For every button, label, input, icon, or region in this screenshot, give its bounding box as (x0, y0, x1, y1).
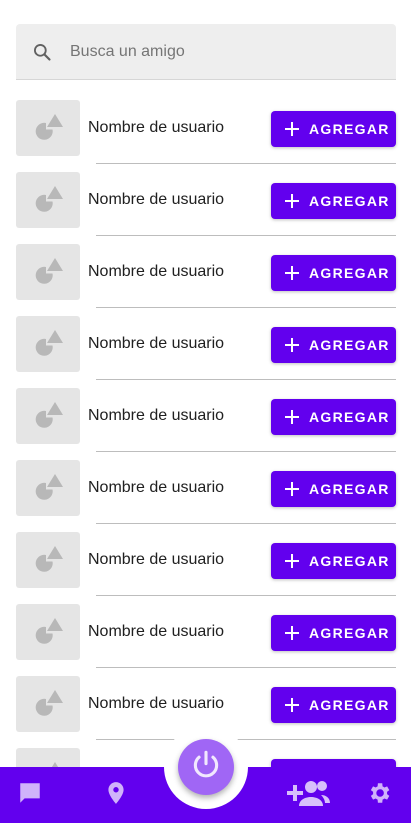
add-friend-button[interactable]: AGREGAR (271, 111, 396, 147)
image-placeholder-icon (32, 616, 64, 649)
divider (96, 523, 396, 524)
add-friend-label: AGREGAR (309, 625, 390, 641)
avatar (16, 316, 80, 372)
username: Nombre de usuario (88, 191, 225, 208)
add-friend-button[interactable]: AGREGAR (271, 543, 396, 579)
add-friend-label: AGREGAR (309, 193, 390, 209)
avatar (16, 676, 80, 732)
divider (96, 235, 396, 236)
avatar (16, 244, 80, 300)
add-friend-label: AGREGAR (309, 265, 390, 281)
divider (96, 739, 396, 740)
list-item: Nombre de usuario AGREGAR (0, 316, 411, 388)
avatar (16, 460, 80, 516)
username: Nombre de usuario (88, 335, 225, 352)
nav-chat[interactable] (6, 767, 54, 823)
avatar (16, 388, 80, 444)
divider (96, 307, 396, 308)
divider (96, 667, 396, 668)
username: Nombre de usuario (88, 479, 225, 496)
plus-icon (283, 192, 301, 210)
settings-gear-icon (366, 780, 392, 811)
list-item: Nombre de usuario AGREGAR (0, 172, 411, 244)
add-friend-button[interactable]: AGREGAR (271, 399, 396, 435)
divider (96, 595, 396, 596)
add-friend-button[interactable]: AGREGAR (271, 471, 396, 507)
plus-icon (283, 408, 301, 426)
add-friend-label: AGREGAR (309, 409, 390, 425)
plus-icon (283, 552, 301, 570)
list-item: Nombre de usuario AGREGAR (0, 100, 411, 172)
image-placeholder-icon (32, 184, 64, 217)
add-friend-button[interactable]: AGREGAR (271, 687, 396, 723)
list-item: Nombre de usuario AGREGAR (0, 460, 411, 532)
image-placeholder-icon (32, 112, 64, 145)
plus-icon (283, 624, 301, 642)
divider (96, 163, 396, 164)
add-friend-label: AGREGAR (309, 697, 390, 713)
avatar (16, 100, 80, 156)
username: Nombre de usuario (88, 407, 225, 424)
username: Nombre de usuario (88, 551, 225, 568)
add-friend-label: AGREGAR (309, 337, 390, 353)
username: Nombre de usuario (88, 263, 225, 280)
nav-location[interactable] (92, 767, 140, 823)
username: Nombre de usuario (88, 119, 225, 136)
list-item: Nombre de usuario AGREGAR (0, 532, 411, 604)
nav-add-friends[interactable] (284, 767, 332, 823)
list-item: Nombre de usuario AGREGAR (0, 388, 411, 460)
avatar (16, 604, 80, 660)
add-friend-button[interactable]: AGREGAR (271, 183, 396, 219)
divider (96, 451, 396, 452)
list-item: Nombre de usuario AGREGAR (0, 244, 411, 316)
image-placeholder-icon (32, 256, 64, 289)
list-item: Nombre de usuario AGREGAR (0, 604, 411, 676)
chat-icon (17, 780, 43, 811)
username: Nombre de usuario (88, 623, 225, 640)
divider (96, 379, 396, 380)
add-friend-label: AGREGAR (309, 121, 390, 137)
location-pin-icon (103, 779, 129, 812)
plus-icon (283, 480, 301, 498)
image-placeholder-icon (32, 472, 64, 505)
image-placeholder-icon (32, 400, 64, 433)
avatar (16, 532, 80, 588)
search-input[interactable] (68, 41, 372, 62)
search-icon (30, 40, 54, 64)
search-bar[interactable] (16, 24, 396, 80)
nav-settings[interactable] (355, 767, 403, 823)
username: Nombre de usuario (88, 695, 225, 712)
plus-icon (283, 264, 301, 282)
add-friend-label: AGREGAR (309, 481, 390, 497)
add-friend-button[interactable]: AGREGAR (271, 615, 396, 651)
add-friend-label: AGREGAR (309, 553, 390, 569)
image-placeholder-icon (32, 688, 64, 721)
plus-icon (283, 696, 301, 714)
add-friend-button[interactable]: AGREGAR (271, 327, 396, 363)
add-friends-icon (285, 778, 331, 813)
plus-icon (283, 120, 301, 138)
power-icon (189, 748, 223, 787)
friend-suggestion-list: Nombre de usuario AGREGAR Nombre de usuari… (0, 100, 411, 820)
add-friend-button[interactable]: AGREGAR (271, 255, 396, 291)
image-placeholder-icon (32, 328, 64, 361)
plus-icon (283, 336, 301, 354)
image-placeholder-icon (32, 544, 64, 577)
avatar (16, 172, 80, 228)
power-fab-button[interactable] (178, 739, 234, 795)
